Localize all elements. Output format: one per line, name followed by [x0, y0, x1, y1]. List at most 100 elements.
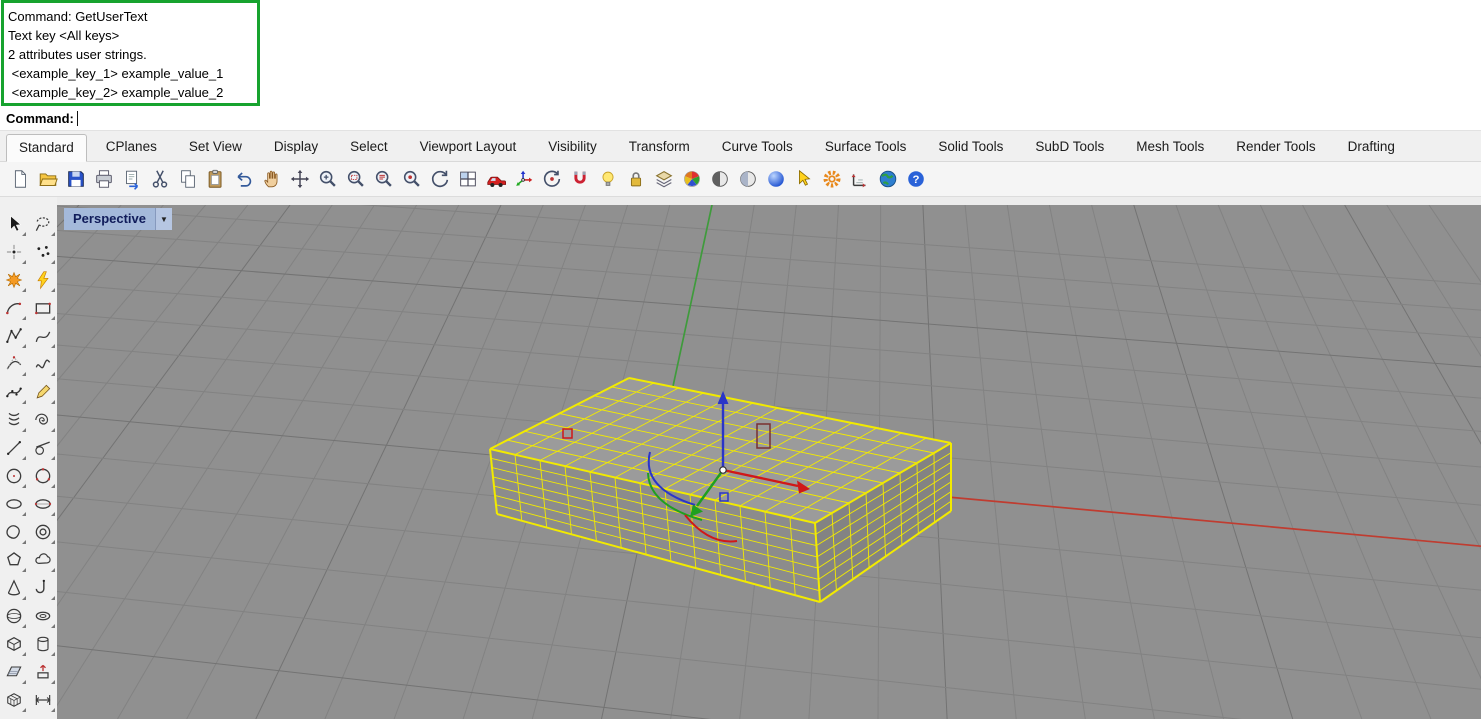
open-file-icon — [37, 168, 59, 190]
move-view-button[interactable] — [286, 166, 313, 193]
sphere-icon — [4, 606, 24, 626]
menu-tab-transform[interactable]: Transform — [616, 133, 703, 161]
rectangle-3pt-tool[interactable] — [30, 295, 56, 321]
copy-button[interactable] — [174, 166, 201, 193]
menu-tab-visibility[interactable]: Visibility — [535, 133, 610, 161]
new-file-button[interactable] — [6, 166, 33, 193]
car-button[interactable] — [482, 166, 509, 193]
viewport-layout-button[interactable] — [454, 166, 481, 193]
torus-tool[interactable] — [30, 603, 56, 629]
command-prompt-row[interactable]: Command: — [0, 106, 1481, 131]
multiple-points-tool[interactable] — [30, 239, 56, 265]
menu-tab-curve-tools[interactable]: Curve Tools — [709, 133, 806, 161]
help-button[interactable]: ? — [902, 166, 929, 193]
ghosted-view-button[interactable] — [734, 166, 761, 193]
menu-tab-viewport-layout[interactable]: Viewport Layout — [407, 133, 530, 161]
polygon-tool[interactable] — [1, 547, 27, 573]
zoom-window-button[interactable] — [342, 166, 369, 193]
copy-clipboard-button[interactable] — [118, 166, 145, 193]
color-wheel-button[interactable] — [678, 166, 705, 193]
menu-tab-solid-tools[interactable]: Solid Tools — [925, 133, 1016, 161]
sphere-tool[interactable] — [1, 603, 27, 629]
zoom-extents-button[interactable] — [370, 166, 397, 193]
line-tool[interactable] — [1, 435, 27, 461]
cut-button[interactable] — [146, 166, 173, 193]
rotate-view-button[interactable] — [426, 166, 453, 193]
pan-button[interactable] — [258, 166, 285, 193]
viewport-canvas[interactable] — [57, 205, 1481, 719]
lock-button[interactable] — [622, 166, 649, 193]
circle-tool[interactable] — [1, 463, 27, 489]
lamp-icon — [597, 168, 619, 190]
zoom-selected-button[interactable] — [398, 166, 425, 193]
helix-tool[interactable] — [1, 407, 27, 433]
pointer-settings-button[interactable] — [790, 166, 817, 193]
menu-tab-drafting[interactable]: Drafting — [1335, 133, 1408, 161]
menu-tab-display[interactable]: Display — [261, 133, 331, 161]
ellipse-diameter-tool[interactable] — [30, 491, 56, 517]
surface-tool[interactable] — [1, 659, 27, 685]
polyline-tool[interactable] — [1, 323, 27, 349]
rendered-view-button[interactable] — [762, 166, 789, 193]
paste-button[interactable] — [202, 166, 229, 193]
viewport-title[interactable]: Perspective ▼ — [64, 208, 172, 230]
tangent-line-tool[interactable] — [30, 435, 56, 461]
earth-button[interactable] — [874, 166, 901, 193]
undo-button[interactable] — [230, 166, 257, 193]
cloud-tool[interactable] — [30, 547, 56, 573]
select-tool[interactable] — [1, 211, 27, 237]
dimension-tool[interactable] — [30, 687, 56, 713]
viewport-title-text[interactable]: Perspective — [64, 208, 155, 230]
save-button[interactable] — [62, 166, 89, 193]
point-tool[interactable] — [1, 239, 27, 265]
curve-tool[interactable] — [30, 323, 56, 349]
perspective-viewport[interactable]: Perspective ▼ — [57, 205, 1481, 719]
circle-3pt-tool[interactable] — [30, 463, 56, 489]
menu-tab-render-tools[interactable]: Render Tools — [1223, 133, 1328, 161]
ellipse-tool[interactable] — [1, 491, 27, 517]
menu-tab-select[interactable]: Select — [337, 133, 401, 161]
extrude-tool[interactable] — [30, 659, 56, 685]
zoom-extents-icon — [373, 168, 395, 190]
closed-curve-tool[interactable] — [1, 519, 27, 545]
sketch-icon — [33, 382, 53, 402]
mesh-box-tool[interactable] — [1, 687, 27, 713]
control-curve-tool[interactable] — [1, 351, 27, 377]
gumball-button[interactable] — [510, 166, 537, 193]
box-tool[interactable] — [1, 631, 27, 657]
layer-button[interactable] — [650, 166, 677, 193]
record-history-button[interactable] — [538, 166, 565, 193]
cylinder-tool[interactable] — [30, 631, 56, 657]
freeform-curve-tool[interactable] — [30, 351, 56, 377]
donut-tool[interactable] — [30, 519, 56, 545]
curve-through-points-tool[interactable] — [1, 379, 27, 405]
shaded-view-button[interactable] — [706, 166, 733, 193]
paste-icon — [205, 168, 227, 190]
star-burst-tool[interactable] — [1, 267, 27, 293]
tangent-line-icon — [33, 438, 53, 458]
lightning-tool[interactable] — [30, 267, 56, 293]
open-file-button[interactable] — [34, 166, 61, 193]
menu-tab-set-view[interactable]: Set View — [176, 133, 255, 161]
cplane-button[interactable] — [846, 166, 873, 193]
print-button[interactable] — [90, 166, 117, 193]
lasso-select-tool[interactable] — [30, 211, 56, 237]
options-gear-button[interactable] — [818, 166, 845, 193]
lamp-button[interactable] — [594, 166, 621, 193]
menu-tab-mesh-tools[interactable]: Mesh Tools — [1123, 133, 1217, 161]
selected-box-object[interactable] — [490, 378, 951, 602]
arc-tool[interactable] — [1, 295, 27, 321]
cone-tool[interactable] — [1, 575, 27, 601]
spiral-tool[interactable] — [30, 407, 56, 433]
menu-tab-cplanes[interactable]: CPlanes — [93, 133, 170, 161]
hook-tool[interactable] — [30, 575, 56, 601]
viewport-menu-arrow-icon[interactable]: ▼ — [155, 208, 172, 230]
zoom-dynamic-button[interactable] — [314, 166, 341, 193]
menu-tab-surface-tools[interactable]: Surface Tools — [812, 133, 920, 161]
object-snap-button[interactable] — [566, 166, 593, 193]
menu-tab-subd-tools[interactable]: SubD Tools — [1022, 133, 1117, 161]
command-history-box: Command: GetUserTextText key <All keys>2… — [1, 0, 260, 106]
sketch-tool[interactable] — [30, 379, 56, 405]
menu-tab-standard[interactable]: Standard — [6, 134, 87, 162]
polygon-icon — [4, 550, 24, 570]
